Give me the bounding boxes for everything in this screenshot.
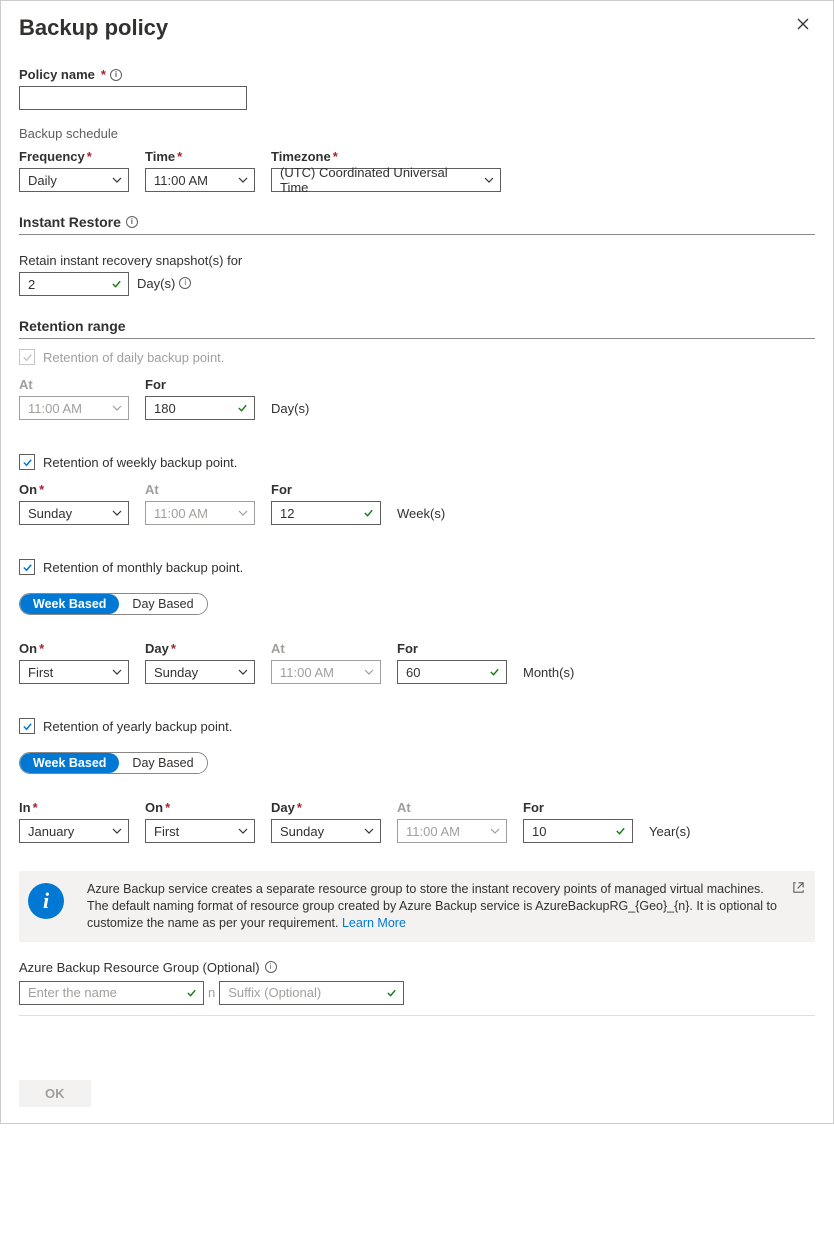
instant-restore-retain-label: Retain instant recovery snapshot(s) for: [19, 253, 815, 268]
yearly-suffix: Year(s): [649, 824, 690, 843]
yearly-retention-label: Retention of yearly backup point.: [43, 719, 232, 734]
frequency-label: Frequency*: [19, 149, 129, 164]
open-external-icon[interactable]: [792, 881, 805, 897]
time-select[interactable]: 11:00 AM: [145, 168, 255, 192]
check-icon: [111, 279, 122, 290]
policy-name-input[interactable]: [19, 86, 247, 110]
weekly-at-select: 11:00 AM: [145, 501, 255, 525]
weekly-on-select[interactable]: Sunday: [19, 501, 129, 525]
weekly-at-label: At: [145, 482, 255, 497]
resource-group-suffix-input[interactable]: Suffix (Optional): [219, 981, 404, 1005]
daily-retention-checkbox: [19, 349, 35, 365]
chevron-down-icon: [112, 508, 122, 518]
monthly-at-select: 11:00 AM: [271, 660, 381, 684]
policy-name-label: Policy name* i: [19, 67, 815, 82]
monthly-retention-label: Retention of monthly backup point.: [43, 560, 243, 575]
chevron-down-icon: [364, 826, 374, 836]
monthly-suffix: Month(s): [523, 665, 574, 684]
info-icon: i: [28, 883, 64, 919]
retention-range-title: Retention range: [19, 318, 815, 336]
yearly-on-select[interactable]: First: [145, 819, 255, 843]
monthly-day-select[interactable]: Sunday: [145, 660, 255, 684]
chevron-down-icon: [112, 403, 122, 413]
daily-for-input[interactable]: 180: [145, 396, 255, 420]
chevron-down-icon: [112, 175, 122, 185]
resource-group-label: Azure Backup Resource Group (Optional) i: [19, 960, 815, 975]
backup-schedule-heading: Backup schedule: [19, 126, 815, 141]
yearly-day-based[interactable]: Day Based: [119, 753, 206, 773]
monthly-day-based[interactable]: Day Based: [119, 594, 206, 614]
chevron-down-icon: [484, 175, 494, 185]
yearly-retention-checkbox[interactable]: [19, 718, 35, 734]
chevron-down-icon: [238, 826, 248, 836]
yearly-for-input[interactable]: 10: [523, 819, 633, 843]
ok-button[interactable]: OK: [19, 1080, 91, 1107]
chevron-down-icon: [112, 667, 122, 677]
monthly-retention-checkbox[interactable]: [19, 559, 35, 575]
info-icon[interactable]: i: [179, 277, 191, 289]
check-icon: [615, 826, 626, 837]
resource-group-separator: n: [204, 985, 219, 1000]
weekly-retention-label: Retention of weekly backup point.: [43, 455, 237, 470]
learn-more-link[interactable]: Learn More: [342, 916, 406, 930]
monthly-for-label: For: [397, 641, 507, 656]
yearly-day-select[interactable]: Sunday: [271, 819, 381, 843]
instant-restore-title: Instant Restore i: [19, 214, 815, 232]
daily-retention-label: Retention of daily backup point.: [43, 350, 224, 365]
daily-at-label: At: [19, 377, 129, 392]
weekly-retention-checkbox[interactable]: [19, 454, 35, 470]
weekly-for-input[interactable]: 12: [271, 501, 381, 525]
daily-at-select: 11:00 AM: [19, 396, 129, 420]
resource-group-name-input[interactable]: Enter the name: [19, 981, 204, 1005]
daily-for-label: For: [145, 377, 255, 392]
check-icon: [489, 667, 500, 678]
info-banner-text: Azure Backup service creates a separate …: [87, 881, 779, 932]
time-label: Time*: [145, 149, 255, 164]
chevron-down-icon: [490, 826, 500, 836]
check-icon: [386, 987, 397, 998]
panel-title: Backup policy: [19, 15, 168, 41]
info-icon[interactable]: i: [265, 961, 277, 973]
timezone-select[interactable]: (UTC) Coordinated Universal Time: [271, 168, 501, 192]
panel-header: Backup policy: [1, 1, 833, 49]
check-icon: [363, 508, 374, 519]
yearly-basis-toggle[interactable]: Week Based Day Based: [19, 752, 208, 774]
info-icon[interactable]: i: [126, 216, 138, 228]
yearly-week-based[interactable]: Week Based: [20, 753, 119, 773]
monthly-on-label: On*: [19, 641, 129, 656]
days-suffix: Day(s) i: [137, 276, 191, 293]
monthly-on-select[interactable]: First: [19, 660, 129, 684]
yearly-for-label: For: [523, 800, 633, 815]
backup-policy-panel: Backup policy Policy name* i Backup sche…: [0, 0, 834, 1124]
chevron-down-icon: [238, 175, 248, 185]
timezone-label: Timezone*: [271, 149, 501, 164]
monthly-basis-toggle[interactable]: Week Based Day Based: [19, 593, 208, 615]
check-icon: [186, 987, 197, 998]
chevron-down-icon: [364, 667, 374, 677]
monthly-at-label: At: [271, 641, 381, 656]
instant-restore-days-input[interactable]: 2: [19, 272, 129, 296]
close-button[interactable]: [791, 15, 815, 36]
info-icon[interactable]: i: [110, 69, 122, 81]
frequency-select[interactable]: Daily: [19, 168, 129, 192]
monthly-for-input[interactable]: 60: [397, 660, 507, 684]
yearly-at-label: At: [397, 800, 507, 815]
yearly-in-label: In*: [19, 800, 129, 815]
yearly-at-select: 11:00 AM: [397, 819, 507, 843]
yearly-on-label: On*: [145, 800, 255, 815]
check-icon: [237, 403, 248, 414]
monthly-day-label: Day*: [145, 641, 255, 656]
weekly-on-label: On*: [19, 482, 129, 497]
chevron-down-icon: [112, 826, 122, 836]
chevron-down-icon: [238, 667, 248, 677]
daily-suffix: Day(s): [271, 401, 309, 420]
weekly-for-label: For: [271, 482, 381, 497]
close-icon: [797, 18, 809, 30]
chevron-down-icon: [238, 508, 248, 518]
weekly-suffix: Week(s): [397, 506, 445, 525]
yearly-in-select[interactable]: January: [19, 819, 129, 843]
monthly-week-based[interactable]: Week Based: [20, 594, 119, 614]
yearly-day-label: Day*: [271, 800, 381, 815]
info-banner: i Azure Backup service creates a separat…: [19, 871, 815, 942]
